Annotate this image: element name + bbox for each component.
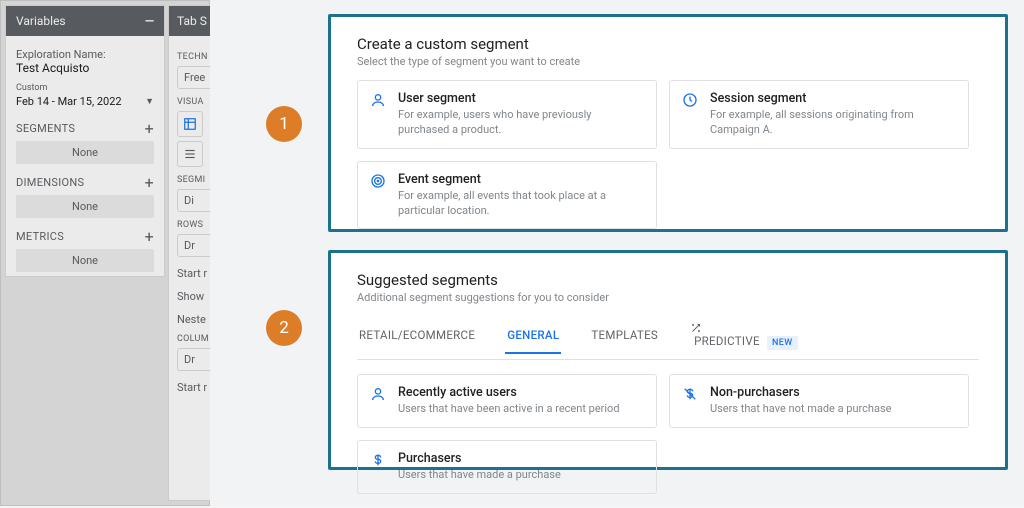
tab-predictive-label: PREDICTIVE bbox=[694, 334, 760, 348]
variables-panel: Variables — Exploration Name: Test Acqui… bbox=[5, 5, 165, 277]
magic-wand-icon bbox=[690, 322, 797, 334]
annotation-badge-1: 1 bbox=[266, 106, 302, 142]
suggested-segments-section: Suggested segments Additional segment su… bbox=[328, 250, 1008, 470]
event-segment-title: Event segment bbox=[398, 172, 644, 187]
user-segment-title: User segment bbox=[398, 91, 644, 106]
user-icon bbox=[370, 92, 386, 108]
tab-retail-ecommerce[interactable]: RETAIL/ECOMMERCE bbox=[357, 324, 477, 352]
recently-active-users-card[interactable]: Recently active users Users that have be… bbox=[357, 374, 657, 428]
chevron-down-icon: ▼ bbox=[145, 96, 154, 107]
date-range-value: Feb 14 - Mar 15, 2022 bbox=[16, 95, 122, 108]
dimensions-none-pill[interactable]: None bbox=[16, 195, 154, 218]
recently-active-title: Recently active users bbox=[398, 385, 644, 400]
no-dollar-icon bbox=[682, 386, 698, 402]
add-dimension-button[interactable]: + bbox=[145, 177, 154, 189]
event-segment-card[interactable]: Event segment For example, all events th… bbox=[357, 161, 657, 230]
segments-none-pill[interactable]: None bbox=[16, 141, 154, 164]
new-badge: NEW bbox=[767, 336, 798, 350]
suggested-tabs: RETAIL/ECOMMERCE GENERAL TEMPLATES PREDI… bbox=[357, 318, 979, 360]
add-segment-button[interactable]: + bbox=[145, 123, 154, 135]
date-range-type-label: Custom bbox=[16, 83, 154, 93]
user-icon bbox=[370, 386, 386, 402]
segments-section-label: SEGMENTS bbox=[16, 122, 75, 135]
variables-panel-header: Variables — bbox=[6, 6, 164, 36]
exploration-name-value[interactable]: Test Acquisto bbox=[16, 61, 154, 75]
purchasers-desc: Users that have made a purchase bbox=[398, 468, 644, 483]
user-segment-card[interactable]: User segment For example, users who have… bbox=[357, 80, 657, 149]
tab-predictive[interactable]: PREDICTIVE NEW bbox=[688, 318, 799, 359]
suggested-subtitle: Additional segment suggestions for you t… bbox=[357, 291, 979, 304]
non-purchasers-title: Non-purchasers bbox=[710, 385, 956, 400]
dimensions-section-label: DIMENSIONS bbox=[16, 176, 84, 189]
clock-icon bbox=[682, 92, 698, 108]
exploration-name-label: Exploration Name: bbox=[16, 48, 154, 61]
custom-segment-subtitle: Select the type of segment you want to c… bbox=[357, 55, 979, 68]
tab-general[interactable]: GENERAL bbox=[505, 324, 561, 354]
session-segment-title: Session segment bbox=[710, 91, 956, 106]
metrics-none-pill[interactable]: None bbox=[16, 249, 154, 272]
purchasers-title: Purchasers bbox=[398, 451, 644, 466]
dollar-icon bbox=[370, 452, 386, 468]
metrics-section-label: METRICS bbox=[16, 230, 64, 243]
event-segment-desc: For example, all events that took place … bbox=[398, 189, 644, 219]
viz-alt-icon[interactable] bbox=[177, 141, 203, 167]
add-metric-button[interactable]: + bbox=[145, 231, 154, 243]
viz-table-icon[interactable] bbox=[177, 111, 203, 137]
non-purchasers-desc: Users that have not made a purchase bbox=[710, 402, 956, 417]
purchasers-card[interactable]: Purchasers Users that have made a purcha… bbox=[357, 440, 657, 494]
recently-active-desc: Users that have been active in a recent … bbox=[398, 402, 644, 417]
target-icon bbox=[370, 173, 386, 189]
custom-segment-section: Create a custom segment Select the type … bbox=[328, 14, 1008, 232]
custom-segment-title: Create a custom segment bbox=[357, 35, 979, 53]
non-purchasers-card[interactable]: Non-purchasers Users that have not made … bbox=[669, 374, 969, 428]
variables-header-label: Variables bbox=[16, 14, 66, 28]
tab-templates[interactable]: TEMPLATES bbox=[589, 324, 660, 352]
session-segment-desc: For example, all sessions originating fr… bbox=[710, 108, 956, 138]
session-segment-card[interactable]: Session segment For example, all session… bbox=[669, 80, 969, 149]
annotation-badge-2: 2 bbox=[266, 310, 302, 346]
segment-builder-modal: 1 2 Create a custom segment Select the t… bbox=[210, 0, 1024, 506]
date-range-picker[interactable]: Feb 14 - Mar 15, 2022 ▼ bbox=[16, 93, 154, 110]
suggested-title: Suggested segments bbox=[357, 271, 979, 289]
minimize-icon[interactable]: — bbox=[145, 14, 154, 28]
user-segment-desc: For example, users who have previously p… bbox=[398, 108, 644, 138]
